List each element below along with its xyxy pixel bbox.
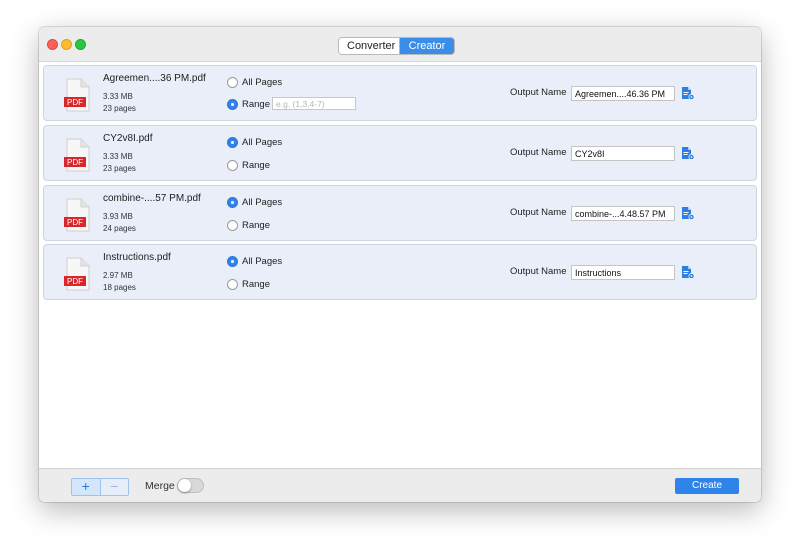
document-settings-icon[interactable] [681,265,695,280]
file-row: PDF CY2v8I.pdf 3.33 MB 23 pages All Page… [43,125,757,181]
range-label: Range [242,278,270,290]
range-radio[interactable] [227,159,238,171]
all-pages-label: All Pages [242,196,283,208]
file-size: 2.97 MB [103,271,133,280]
all-pages-option[interactable]: All Pages [227,254,282,268]
file-page-count: 18 pages [103,283,136,292]
pdf-file-icon: PDF [64,138,90,172]
merge-toggle[interactable] [177,478,204,493]
file-page-count: 23 pages [103,104,136,113]
all-pages-option[interactable]: All Pages [227,75,282,89]
file-size: 3.33 MB [103,152,133,161]
output-name-label: Output Name [510,207,567,218]
all-pages-radio[interactable] [227,76,238,88]
range-label: Range [242,219,270,231]
merge-toggle-knob [178,479,191,492]
all-pages-radio[interactable] [227,136,238,148]
app-window: Converter Creator PDF Agreemen....36 PM.… [39,27,761,502]
file-page-count: 24 pages [103,224,136,233]
footer-toolbar: + − Merge Create [39,468,761,502]
pdf-icon-label: PDF [67,158,83,167]
range-option[interactable]: Range [227,277,270,291]
output-name-field[interactable] [571,86,675,101]
range-label: Range [242,98,270,110]
file-row: PDF Instructions.pdf 2.97 MB 18 pages Al… [43,244,757,300]
file-name: CY2v8I.pdf [103,133,153,144]
output-name-field[interactable] [571,265,675,280]
pdf-icon-label: PDF [67,98,83,107]
all-pages-option[interactable]: All Pages [227,195,282,209]
pdf-file-icon: PDF [64,78,90,112]
pdf-icon-label: PDF [67,218,83,227]
document-settings-icon[interactable] [681,206,695,221]
document-settings-icon[interactable] [681,146,695,161]
range-option[interactable]: Range [227,158,270,172]
output-name-field[interactable] [571,146,675,161]
title-bar: Converter Creator [39,27,761,62]
output-name-label: Output Name [510,87,567,98]
output-name-field[interactable] [571,206,675,221]
file-size: 3.33 MB [103,92,133,101]
range-radio[interactable] [227,278,238,290]
document-settings-icon[interactable] [681,86,695,101]
tab-creator[interactable]: Creator [400,38,454,54]
file-row: PDF combine-....57 PM.pdf 3.93 MB 24 pag… [43,185,757,241]
page-range-input[interactable] [272,97,356,110]
range-label: Range [242,159,270,171]
pdf-file-icon: PDF [64,198,90,232]
range-option[interactable]: Range [227,218,270,232]
all-pages-radio[interactable] [227,255,238,267]
minimize-window-button[interactable] [61,39,72,50]
file-row: PDF Agreemen....36 PM.pdf 3.33 MB 23 pag… [43,65,757,121]
add-remove-control: + − [71,478,129,496]
create-button[interactable]: Create [675,478,739,494]
close-window-button[interactable] [47,39,58,50]
output-name-label: Output Name [510,266,567,277]
all-pages-label: All Pages [242,255,283,267]
file-name: Instructions.pdf [103,252,171,263]
range-radio[interactable] [227,98,238,110]
merge-label: Merge [145,480,175,492]
pdf-file-icon: PDF [64,257,90,291]
all-pages-radio[interactable] [227,196,238,208]
tab-converter[interactable]: Converter [339,38,400,54]
file-name: combine-....57 PM.pdf [103,193,201,204]
output-name-label: Output Name [510,147,567,158]
all-pages-label: All Pages [242,136,283,148]
range-option[interactable]: Range [227,97,270,111]
mode-switcher: Converter Creator [338,37,455,55]
all-pages-label: All Pages [242,76,283,88]
file-name: Agreemen....36 PM.pdf [103,73,206,84]
pdf-icon-label: PDF [67,277,83,286]
remove-file-button[interactable]: − [100,479,128,495]
file-size: 3.93 MB [103,212,133,221]
file-page-count: 23 pages [103,164,136,173]
add-file-button[interactable]: + [72,479,101,495]
all-pages-option[interactable]: All Pages [227,135,282,149]
range-radio[interactable] [227,219,238,231]
zoom-window-button[interactable] [75,39,86,50]
